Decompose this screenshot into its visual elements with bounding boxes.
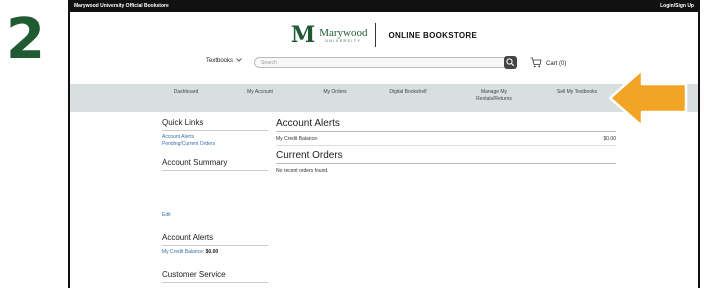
textbooks-dropdown[interactable]: Textbooks [206, 58, 242, 64]
sidebar-account-alerts-title: Account Alerts [162, 233, 268, 246]
step-number: 2 [6, 7, 45, 72]
nav-my-account[interactable]: My Account [232, 89, 288, 96]
site-logo[interactable]: M Marywood UNIVERSITY ONLINE BOOKSTORE [70, 22, 698, 48]
search-input[interactable] [254, 57, 508, 68]
no-orders-message: No recent orders found. [276, 168, 329, 174]
logo-store: ONLINE BOOKSTORE [388, 30, 478, 40]
pointer-arrow-icon [608, 68, 688, 128]
account-alerts-heading: Account Alerts [276, 118, 616, 132]
current-orders-heading: Current Orders [276, 150, 616, 164]
nav-manage-rentals-line2: Rentals/Returns [476, 96, 512, 102]
logo-divider [375, 23, 377, 47]
browser-frame: Marywood University Official Bookstore L… [68, 0, 700, 288]
search-button[interactable] [504, 56, 517, 69]
sidebar-link-account-alerts[interactable]: Account Alerts [162, 134, 268, 141]
credit-balance-label: My Credit Balance: [276, 136, 319, 142]
sidebar-credit-value: $0.00 [205, 249, 219, 255]
nav-sell-textbooks[interactable]: Sell My Textbooks [542, 89, 612, 96]
search-icon [504, 56, 517, 73]
main-content: Account Alerts My Credit Balance: $0.00 … [276, 118, 616, 174]
store-name: Marywood University Official Bookstore [74, 3, 169, 9]
textbooks-label: Textbooks [206, 58, 234, 64]
logo-word: Marywood [319, 27, 368, 39]
chevron-down-icon [236, 58, 242, 64]
account-nav: Dashboard My Account My Orders Digital B… [70, 84, 698, 112]
account-summary-title: Account Summary [162, 158, 268, 171]
sidebar-link-pending-orders[interactable]: Pending/Current Orders [162, 141, 268, 148]
cart-label: Cart (0) [546, 60, 567, 67]
sidebar-credit-label: My Credit Balance: [162, 249, 205, 255]
quick-links-title: Quick Links [162, 118, 268, 131]
nav-dashboard[interactable]: Dashboard [158, 89, 214, 96]
nav-digital-bookshelf[interactable]: Digital Bookshelf [372, 89, 444, 96]
login-link[interactable]: Login/Sign Up [660, 3, 694, 9]
nav-my-orders[interactable]: My Orders [307, 89, 363, 96]
nav-manage-rentals-line1: Manage My [480, 89, 508, 95]
nav-manage-rentals[interactable]: Manage My Rentals/Returns [458, 89, 530, 103]
cart-link[interactable]: Cart (0) [530, 57, 566, 70]
logo-name: Marywood UNIVERSITY [319, 27, 367, 43]
edit-link[interactable]: Edit [162, 212, 268, 219]
credit-balance-row: My Credit Balance: $0.00 [276, 132, 616, 146]
logo-mark: M [290, 22, 316, 48]
sidebar-credit-balance[interactable]: My Credit Balance: $0.00 [162, 249, 268, 256]
logo-sub: UNIVERSITY [325, 39, 362, 43]
credit-balance-value: $0.00 [603, 136, 616, 142]
top-bar: Marywood University Official Bookstore L… [70, 0, 698, 12]
cart-icon [530, 57, 542, 70]
customer-service-title: Customer Service [162, 270, 268, 283]
search-row: Textbooks Cart (0) [70, 56, 698, 70]
sidebar: Quick Links Account Alerts Pending/Curre… [162, 118, 268, 286]
